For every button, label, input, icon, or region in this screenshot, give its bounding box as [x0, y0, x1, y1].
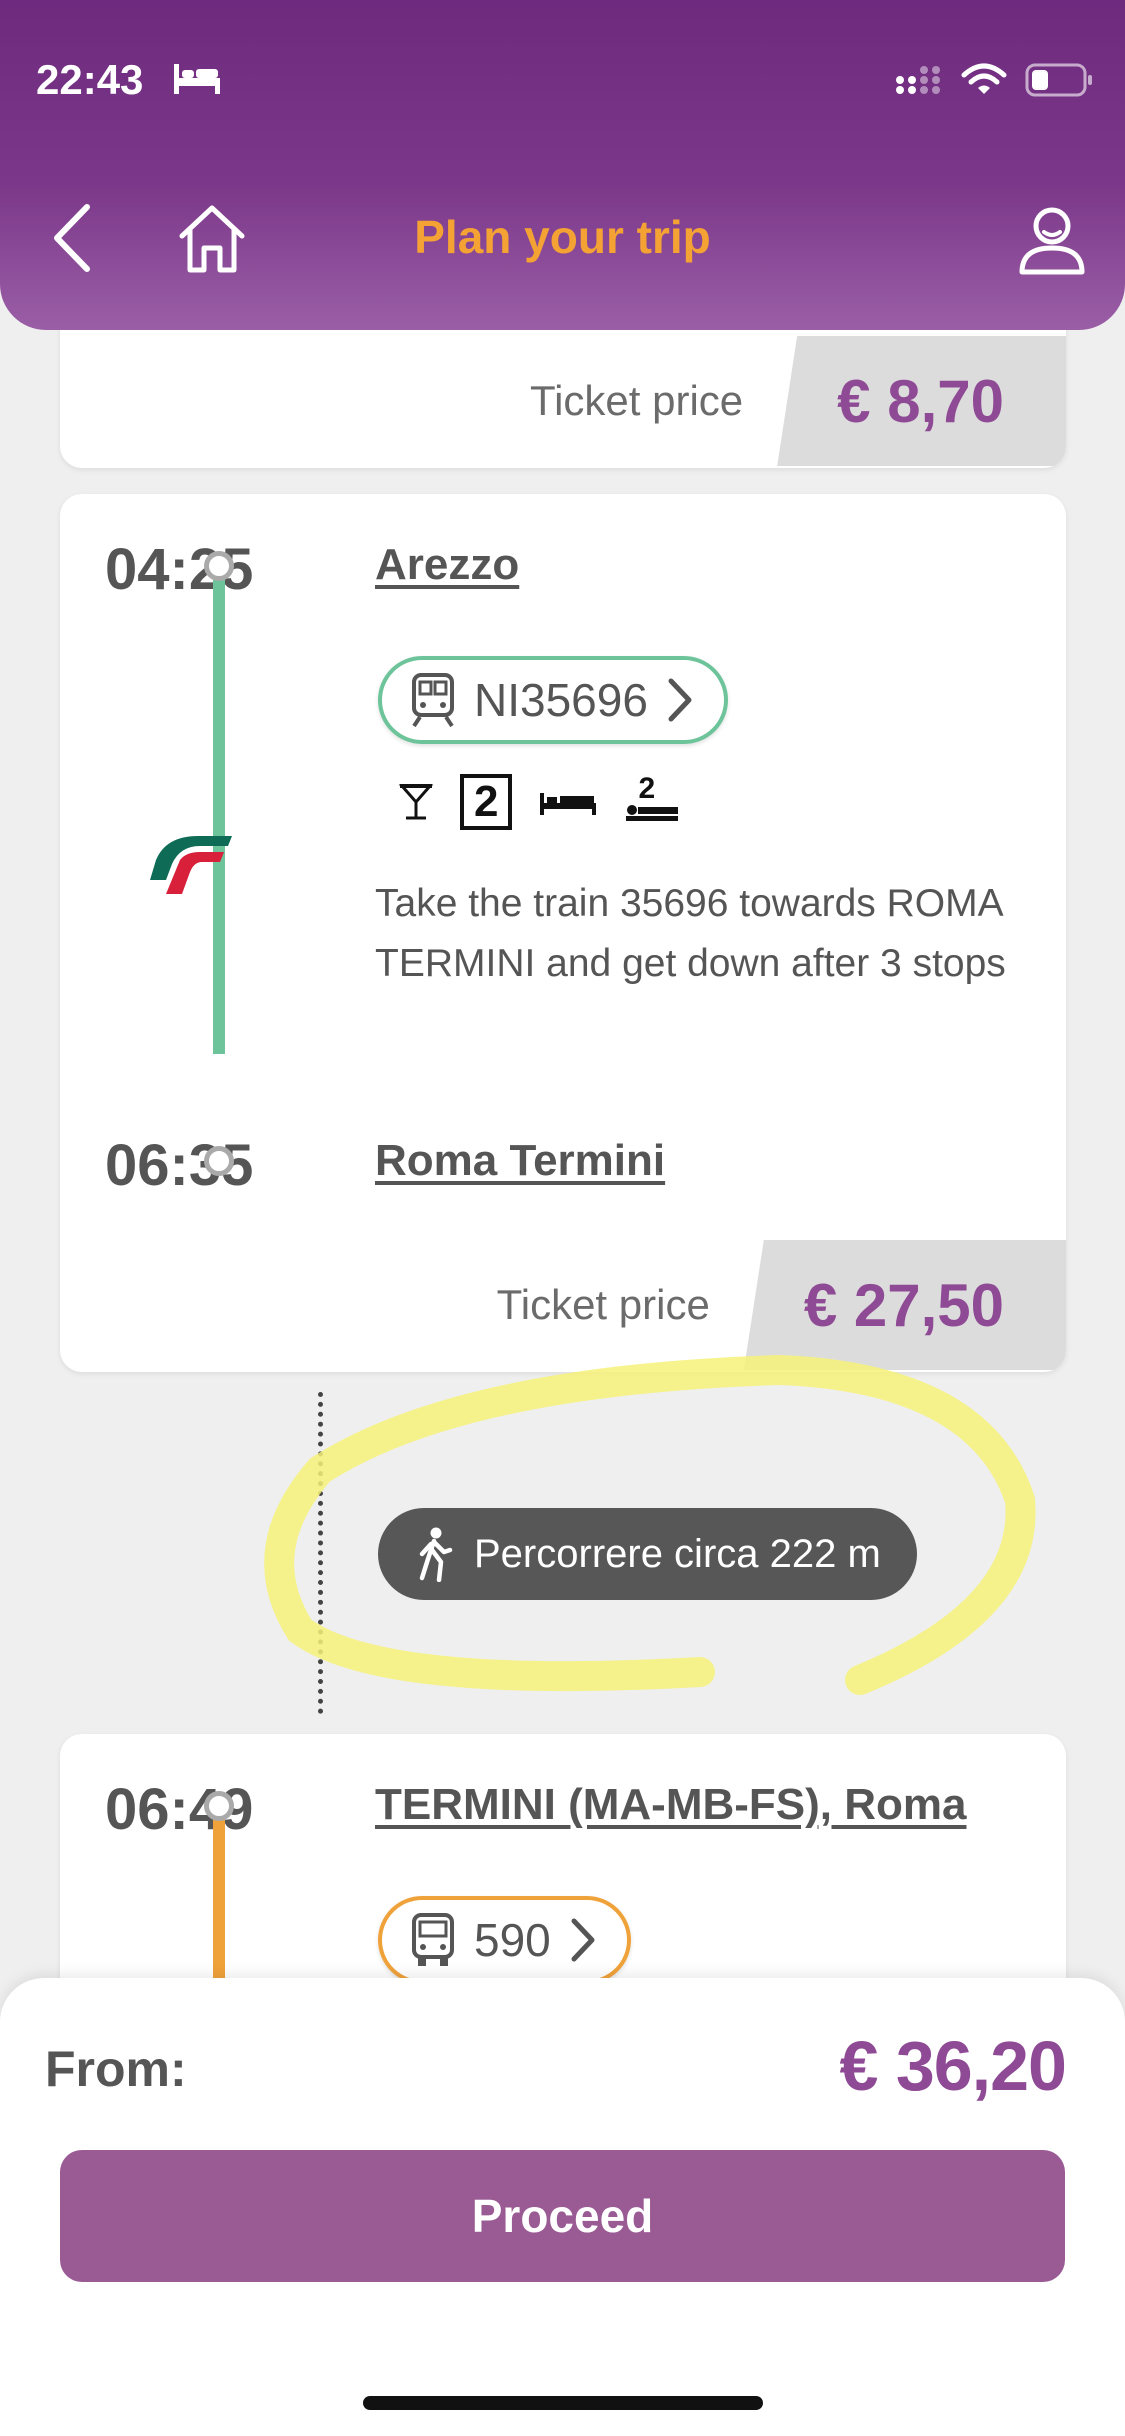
- app-header: 22:43 Plan your trip: [0, 0, 1125, 330]
- ticket-price-label: Ticket price: [530, 377, 744, 424]
- stop-marker: [204, 1791, 234, 1821]
- bus-code: 590: [474, 1914, 551, 1966]
- bar-service-icon: [398, 784, 434, 820]
- price-box: € 27,50: [743, 1240, 1066, 1370]
- departure-stop-link[interactable]: TERMINI (MA-MB-FS), Roma: [375, 1780, 967, 1830]
- sleeper-bed-icon: [540, 793, 597, 815]
- status-time: 22:43: [36, 56, 144, 103]
- battery-icon: [1025, 63, 1092, 97]
- chevron-right-icon: [571, 1918, 595, 1962]
- price-box: € 8,70: [777, 336, 1066, 466]
- trip-instructions: Take the train 35696 towards ROMA TERMIN…: [375, 882, 1006, 985]
- train-code: NI35696: [474, 674, 648, 726]
- stop-marker: [204, 1146, 234, 1176]
- walk-connector: [318, 1392, 323, 1714]
- walking-person-icon: [419, 1527, 453, 1582]
- train-icon: [412, 673, 454, 728]
- departure-stop-link[interactable]: Arezzo: [375, 540, 519, 590]
- user-icon: [1019, 207, 1085, 275]
- couchette-class-label: 2: [638, 772, 656, 805]
- walk-distance-text: Percorrere circa 222 m: [474, 1531, 881, 1576]
- home-indicator[interactable]: [363, 2396, 763, 2410]
- cellular-signal-icon: [896, 66, 940, 94]
- train-leg-card: 04:25 Arezzo NI35696 2 2 Take the train …: [60, 494, 1066, 1372]
- price-row: Ticket price € 8,70: [530, 336, 1066, 466]
- second-class-icon: 2: [460, 774, 513, 830]
- price-row: Ticket price € 27,50: [497, 1240, 1066, 1370]
- chevron-right-icon: [668, 678, 692, 722]
- ticket-price-label: Ticket price: [496, 1281, 710, 1328]
- bus-line-button[interactable]: 590: [378, 1896, 631, 1984]
- proceed-button[interactable]: Proceed: [60, 2150, 1065, 2282]
- wifi-icon: [961, 63, 1007, 94]
- from-label: From:: [45, 2041, 187, 2097]
- status-indicators: [895, 58, 1095, 102]
- amenities-row: 2 2: [398, 772, 680, 830]
- trenitalia-logo-icon: [150, 836, 232, 894]
- ticket-price-value: € 8,70: [837, 367, 1004, 435]
- bus-icon: [412, 1913, 454, 1966]
- couchette-icon: 2: [624, 772, 680, 824]
- route-line: [213, 574, 225, 1054]
- page-title: Plan your trip: [414, 211, 711, 263]
- stop-marker: [204, 551, 234, 581]
- bed-icon: [174, 64, 220, 94]
- total-price: € 36,20: [839, 2027, 1067, 2105]
- checkout-sheet: From: € 36,20 Proceed: [0, 1978, 1125, 2436]
- train-line-button[interactable]: NI35696: [378, 656, 728, 744]
- couchette-bed-shape: [626, 805, 679, 821]
- walk-distance-pill: Percorrere circa 222 m: [378, 1508, 917, 1600]
- ticket-price-value: € 27,50: [803, 1271, 1004, 1339]
- arrival-stop-link[interactable]: Roma Termini: [375, 1136, 665, 1186]
- profile-button[interactable]: [1012, 200, 1092, 280]
